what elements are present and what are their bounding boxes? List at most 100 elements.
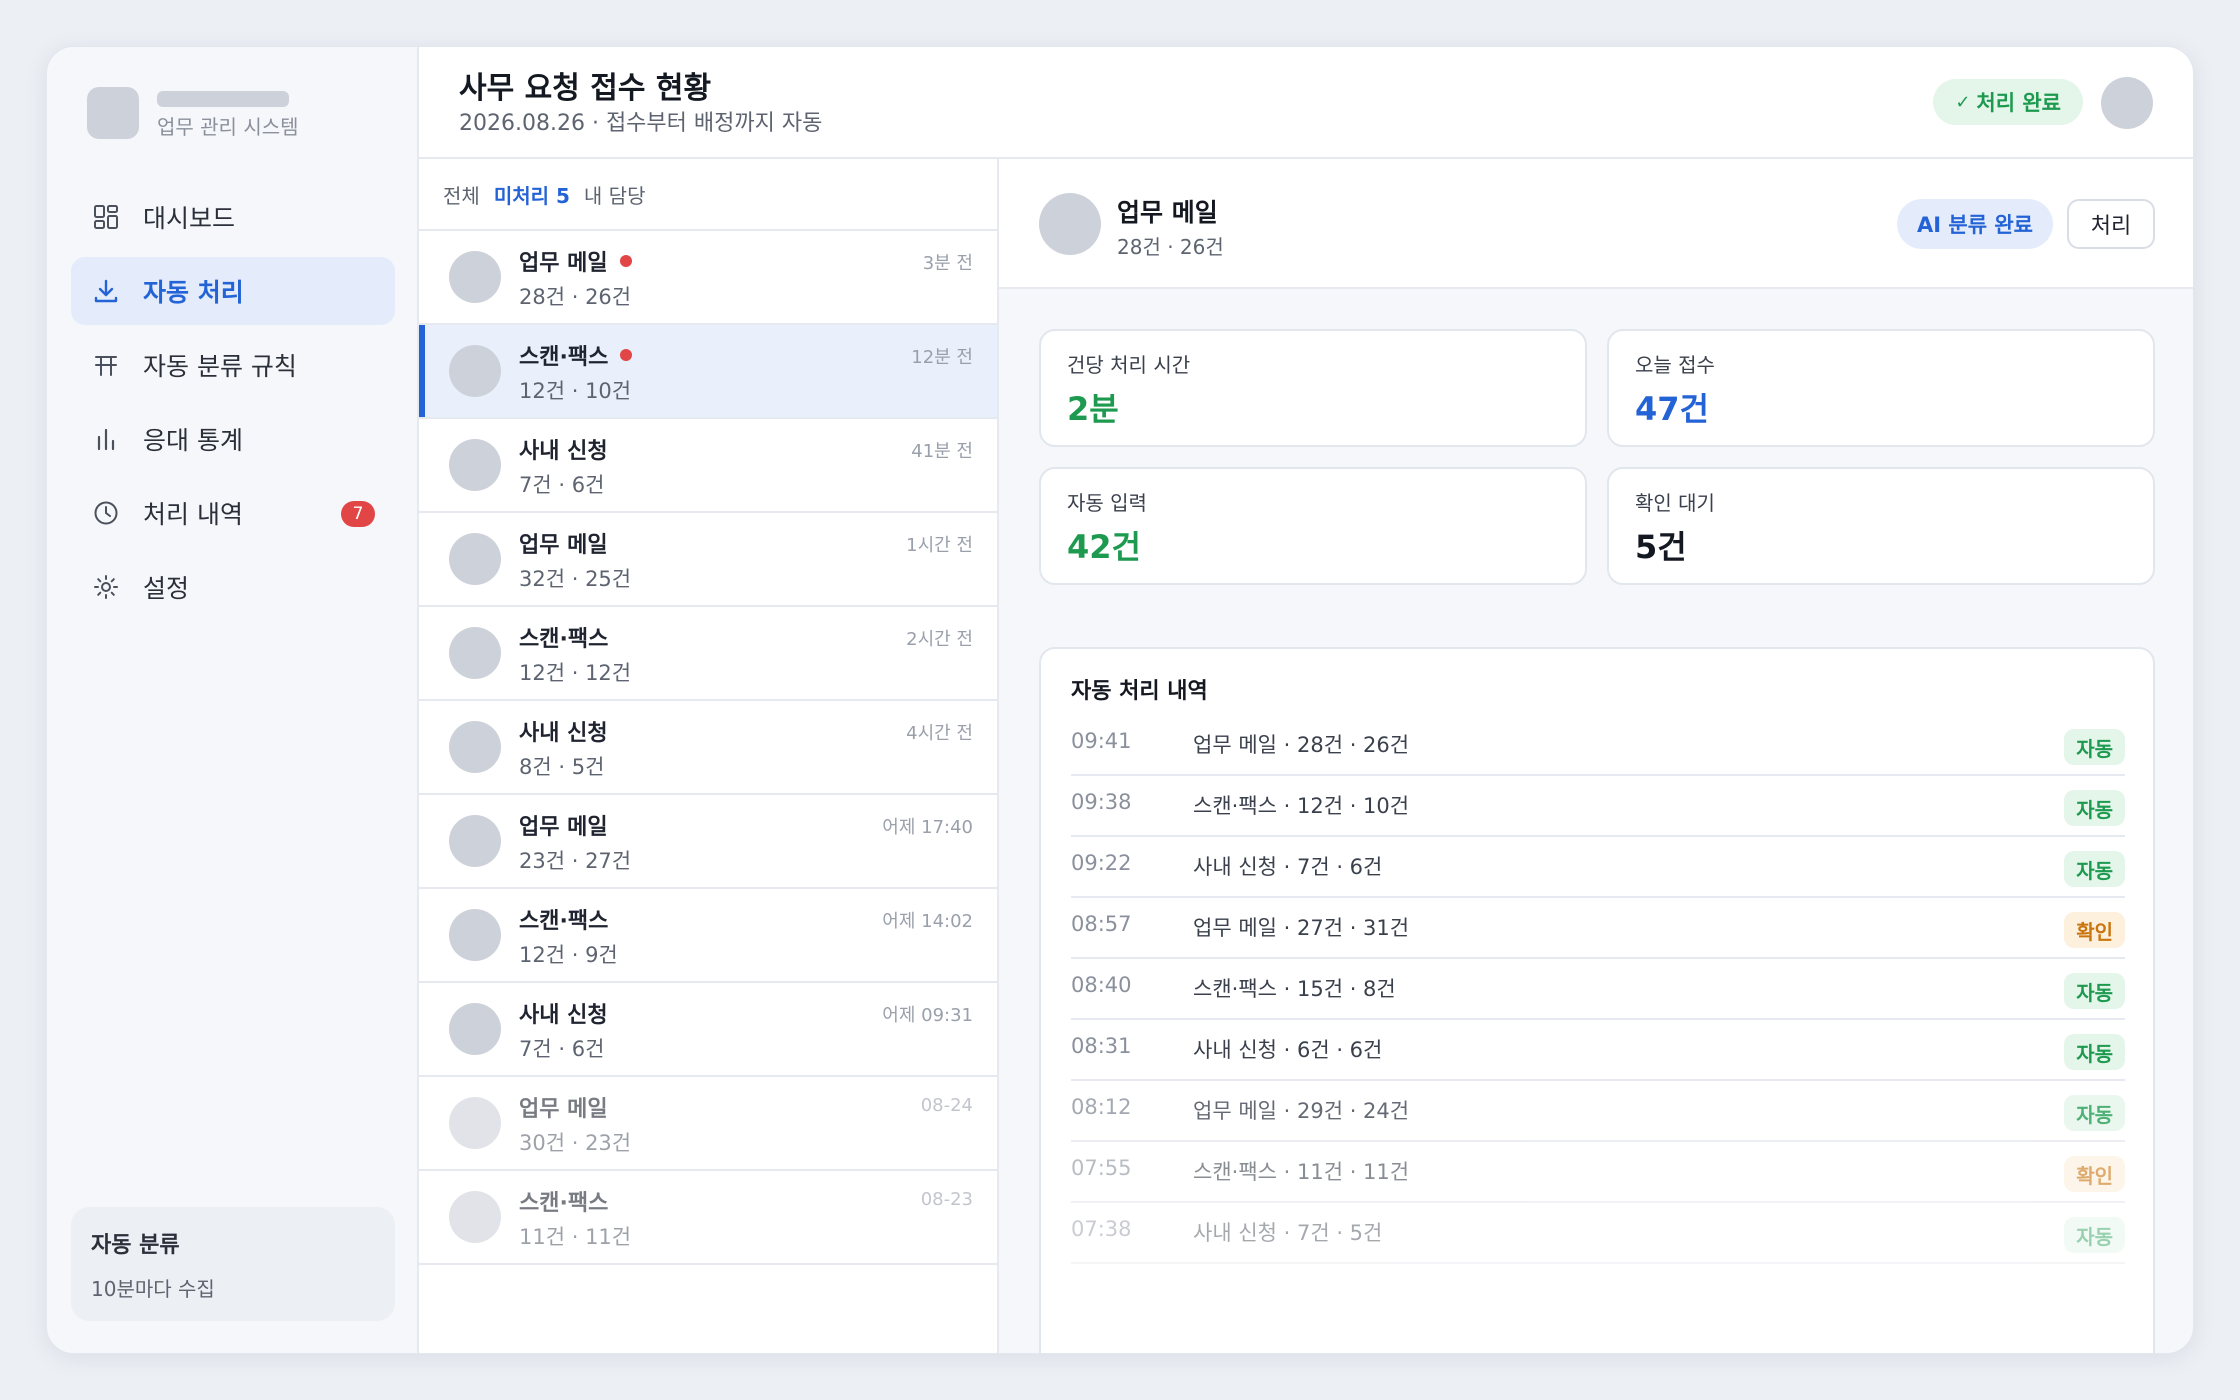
sidebar-item-label: 응대 통계: [143, 426, 243, 455]
brand-logo: [87, 87, 139, 139]
tab-mine[interactable]: 내 담당: [584, 180, 646, 209]
log-row[interactable]: 08:40 스캔·팩스 · 15건 · 8건 자동: [1071, 959, 2125, 1020]
list-item[interactable]: 스캔·팩스 11건 · 11건 08-23: [419, 1171, 997, 1265]
bar-chart-icon: [91, 424, 121, 454]
list-item[interactable]: 스캔·팩스 12건 · 10건 12분 전: [419, 325, 997, 419]
rules-icon: [91, 350, 121, 380]
sidebar-item-auto-process[interactable]: 자동 처리: [71, 257, 395, 325]
status-badge: ✓ 처리 완료: [1933, 79, 2083, 125]
sidebar-item-classification-rules[interactable]: 자동 분류 규칙: [71, 331, 395, 399]
log-time: 07:55: [1071, 1156, 1132, 1180]
log-description: 사내 신청 · 7건 · 5건: [1193, 1221, 1383, 1245]
sidebar-item-label: 자동 처리: [143, 278, 244, 307]
list-item-time: 어제 09:31: [882, 1005, 973, 1026]
gear-icon: [91, 572, 121, 602]
brand-name-placeholder: [157, 91, 289, 107]
filter-tabs: 전체 미처리 5 내 담당: [419, 159, 997, 231]
tab-unprocessed[interactable]: 미처리 5: [494, 180, 570, 209]
log-description: 사내 신청 · 7건 · 6건: [1193, 855, 1383, 879]
list-item[interactable]: 업무 메일 32건 · 25건 1시간 전: [419, 513, 997, 607]
list-item-time: 12분 전: [911, 347, 973, 368]
avatar: [449, 1097, 501, 1149]
avatar: [1039, 193, 1101, 255]
avatar: [449, 1003, 501, 1055]
app-window: 업무 관리 시스템 대시보드 자동 처리 자동 분류 규칙 응대 통계 처리 내…: [46, 46, 2194, 1354]
list-item-title: 업무 메일: [519, 815, 608, 840]
log-description: 스캔·팩스 · 12건 · 10건: [1193, 794, 1410, 818]
stat-card-today-received: 오늘 접수 47건: [1607, 329, 2155, 447]
user-avatar[interactable]: [2101, 77, 2153, 129]
list-item[interactable]: 스캔·팩스 12건 · 12건 2시간 전: [419, 607, 997, 701]
avatar: [449, 909, 501, 961]
status-badge: 자동: [2064, 790, 2125, 826]
list-item[interactable]: 사내 신청 7건 · 6건 41분 전: [419, 419, 997, 513]
list-item-title: 사내 신청: [519, 439, 608, 464]
log-title: 자동 처리 내역: [1071, 679, 1208, 704]
dashboard-icon: [91, 202, 121, 232]
process-button[interactable]: 처리: [2067, 199, 2155, 249]
log-description: 업무 메일 · 27건 · 31건: [1193, 916, 1410, 940]
request-list-pane: 전체 미처리 5 내 담당 업무 메일 28건 · 26건 3분 전 스캔·팩스…: [419, 159, 999, 1353]
sidebar-item-history[interactable]: 처리 내역 7: [71, 479, 395, 547]
download-icon: [91, 276, 121, 306]
log-row[interactable]: 07:55 스캔·팩스 · 11건 · 11건 확인: [1071, 1142, 2125, 1203]
list-item[interactable]: 업무 메일 28건 · 26건 3분 전: [419, 231, 997, 325]
page-title: 사무 요청 접수 현황: [459, 71, 712, 106]
sidebar-nav: 대시보드 자동 처리 자동 분류 규칙 응대 통계 처리 내역 7 설정: [71, 183, 395, 627]
list-item-time: 08-23: [920, 1189, 973, 1210]
avatar: [449, 627, 501, 679]
list-item-time: 08-24: [920, 1095, 973, 1116]
list-item[interactable]: 업무 메일 23건 · 27건 어제 17:40: [419, 795, 997, 889]
log-time: 09:22: [1071, 851, 1132, 875]
log-time: 08:31: [1071, 1034, 1132, 1058]
log-row[interactable]: 08:31 사내 신청 · 6건 · 6건 자동: [1071, 1020, 2125, 1081]
log-row[interactable]: 09:38 스캔·팩스 · 12건 · 10건 자동: [1071, 776, 2125, 837]
unread-dot-icon: [620, 349, 633, 361]
log-description: 스캔·팩스 · 15건 · 8건: [1193, 977, 1396, 1001]
list-item-title: 스캔·팩스: [519, 627, 609, 652]
detail-pane: 업무 메일 28건 · 26건 AI 분류 완료 처리 건당 처리 시간 2분 …: [999, 159, 2193, 1353]
list-item-time: 4시간 전: [906, 723, 973, 744]
status-badge: 확인: [2064, 912, 2125, 948]
list-item[interactable]: 스캔·팩스 12건 · 9건 어제 14:02: [419, 889, 997, 983]
list-item-counts: 12건 · 10건: [519, 379, 632, 403]
avatar: [449, 721, 501, 773]
avatar: [449, 251, 501, 303]
stat-label: 건당 처리 시간: [1067, 353, 1191, 377]
list-item-time: 3분 전: [922, 253, 973, 274]
list-item-counts: 28건 · 26건: [519, 285, 632, 309]
log-row[interactable]: 07:38 사내 신청 · 7건 · 5건 자동: [1071, 1203, 2125, 1264]
log-time: 09:38: [1071, 790, 1132, 814]
sidebar-item-statistics[interactable]: 응대 통계: [71, 405, 395, 473]
check-icon: ✓: [1955, 91, 1971, 113]
stat-value: 2분: [1067, 390, 1119, 428]
list-item-title: 스캔·팩스: [519, 339, 633, 371]
history-count-badge: 7: [341, 501, 375, 527]
log-row[interactable]: 08:12 업무 메일 · 29건 · 24건 자동: [1071, 1081, 2125, 1142]
stat-label: 자동 입력: [1067, 491, 1147, 515]
list-item-counts: 30건 · 23건: [519, 1131, 632, 1155]
sidebar-item-settings[interactable]: 설정: [71, 553, 395, 621]
stat-card-pending-review: 확인 대기 5건: [1607, 467, 2155, 585]
sidebar-item-dashboard[interactable]: 대시보드: [71, 183, 395, 251]
detail-header: 업무 메일 28건 · 26건 AI 분류 완료 처리: [999, 159, 2193, 289]
status-badge: 자동: [2064, 1095, 2125, 1131]
sidebar-item-label: 설정: [143, 574, 190, 603]
stat-value: 42건: [1067, 528, 1141, 566]
log-row[interactable]: 09:22 사내 신청 · 7건 · 6건 자동: [1071, 837, 2125, 898]
list-item[interactable]: 사내 신청 7건 · 6건 어제 09:31: [419, 983, 997, 1077]
brand: 업무 관리 시스템: [87, 87, 387, 139]
list-item[interactable]: 사내 신청 8건 · 5건 4시간 전: [419, 701, 997, 795]
log-description: 사내 신청 · 6건 · 6건: [1193, 1038, 1383, 1062]
tab-all[interactable]: 전체: [443, 180, 480, 209]
list-item-time: 1시간 전: [906, 535, 973, 556]
stat-value: 5건: [1635, 528, 1687, 566]
list-item-counts: 7건 · 6건: [519, 473, 605, 497]
log-row[interactable]: 09:41 업무 메일 · 28건 · 26건 자동: [1071, 715, 2125, 776]
log-row[interactable]: 08:57 업무 메일 · 27건 · 31건 확인: [1071, 898, 2125, 959]
auto-classify-info: 자동 분류 10분마다 수집: [71, 1207, 395, 1321]
sidebar-item-label: 자동 분류 규칙: [143, 352, 297, 381]
status-badge: 자동: [2064, 1034, 2125, 1070]
list-item[interactable]: 업무 메일 30건 · 23건 08-24: [419, 1077, 997, 1171]
list-item-counts: 11건 · 11건: [519, 1225, 632, 1249]
